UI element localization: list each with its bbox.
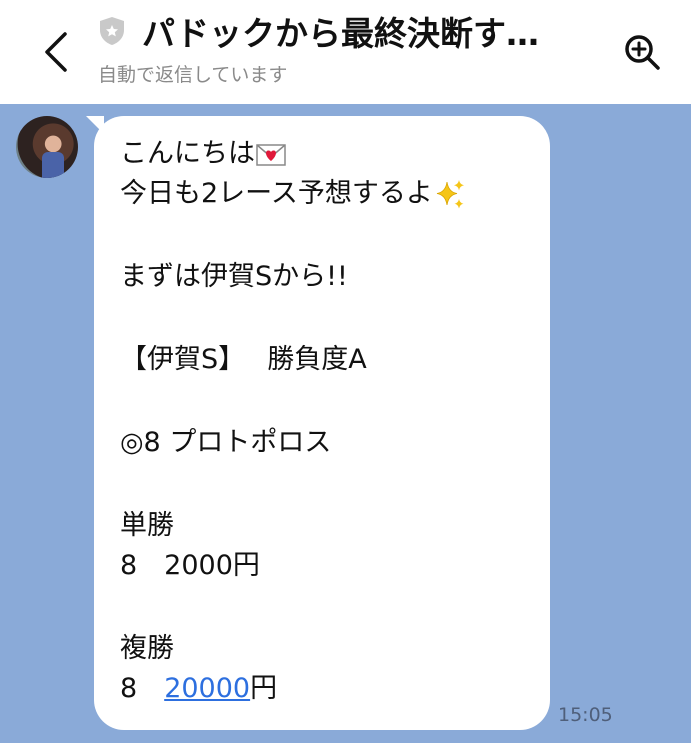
message-line: 今日も2レース予想するよ — [120, 174, 550, 214]
chat-header: パドックから最終決断す… 自動で返信しています — [0, 0, 691, 104]
search-icon — [625, 35, 660, 70]
message-line: こんにちは — [120, 134, 550, 174]
message-timestamp: 15:05 — [558, 704, 613, 726]
chevron-left-icon — [45, 32, 67, 72]
back-button[interactable] — [34, 26, 78, 78]
shield-icon — [100, 17, 124, 45]
message-line: ◎8 プロトポロス — [120, 427, 332, 458]
search-button[interactable] — [616, 26, 668, 78]
message-line: 8 2000円 — [120, 550, 260, 581]
avatar[interactable] — [16, 116, 78, 178]
phone-number-link[interactable]: 20000 — [164, 673, 250, 704]
sparkles-icon — [436, 179, 464, 208]
avatar-image — [42, 152, 64, 178]
message-line: 8 20000円 — [120, 673, 278, 704]
message-line: 単勝 — [120, 510, 174, 541]
message-line: まずは伊賀Sから!! — [120, 261, 348, 292]
message-line: 複勝 — [120, 633, 174, 664]
message-bubble[interactable]: こんにちは 今日も2レース予想するよ まずは伊賀Sから!! 【伊賀S】 勝負度A… — [94, 116, 550, 730]
message-line: 【伊賀S】 勝負度A — [120, 344, 367, 375]
auto-reply-status: 自動で返信しています — [98, 64, 288, 86]
love-letter-icon — [256, 143, 286, 166]
chat-title: パドックから最終決断す… — [142, 14, 539, 53]
